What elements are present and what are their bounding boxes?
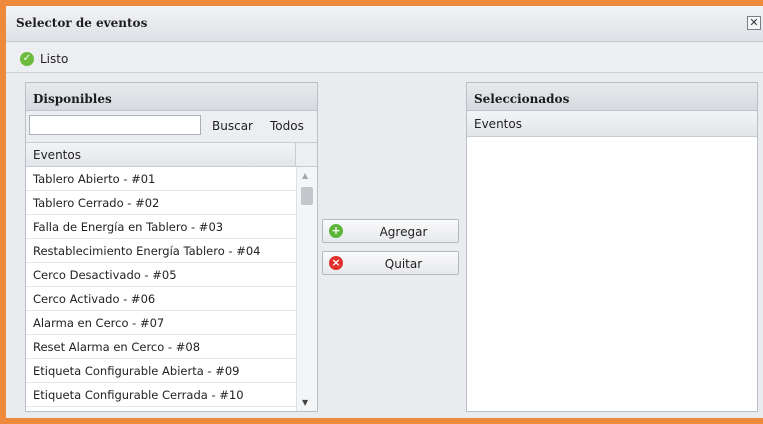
scroll-down-icon[interactable]: ▼ bbox=[302, 398, 308, 407]
available-panel-title: Disponibles bbox=[26, 83, 317, 111]
list-item[interactable]: Etiqueta Configurable Abierta - #09 bbox=[26, 359, 296, 383]
column-header-spacer bbox=[296, 143, 317, 167]
list-item[interactable]: Falla de Energía en Tablero - #03 bbox=[26, 215, 296, 239]
close-icon[interactable]: ✕ bbox=[747, 16, 761, 30]
list-item[interactable]: Cerco Activado - #06 bbox=[26, 287, 296, 311]
check-circle-icon: ✓ bbox=[20, 52, 34, 66]
plus-circle-icon: + bbox=[329, 224, 343, 238]
available-column-header[interactable]: Eventos bbox=[26, 143, 296, 167]
remove-button-label: Quitar bbox=[384, 257, 423, 271]
dialog-title: Selector de eventos bbox=[16, 16, 148, 30]
all-button[interactable]: Todos bbox=[270, 119, 304, 133]
scroll-thumb[interactable] bbox=[301, 187, 313, 205]
list-item[interactable]: Tablero Cerrado - #02 bbox=[26, 191, 296, 215]
available-scrollbar[interactable]: ▲ ▼ bbox=[296, 167, 317, 411]
search-input[interactable] bbox=[29, 115, 201, 135]
selected-panel: Seleccionados Eventos bbox=[466, 82, 758, 412]
available-panel: Disponibles Buscar Todos Eventos Tablero… bbox=[25, 82, 318, 412]
x-circle-icon: × bbox=[329, 256, 343, 270]
list-item[interactable]: Tablero Abierto - #01 bbox=[26, 167, 296, 191]
done-button-label: Listo bbox=[40, 52, 69, 66]
selected-column-header[interactable]: Eventos bbox=[467, 111, 757, 137]
search-bar: Buscar Todos bbox=[26, 111, 317, 143]
dialog-titlebar: Selector de eventos ✕ bbox=[6, 6, 763, 42]
done-button[interactable]: ✓ Listo bbox=[20, 51, 68, 67]
list-item[interactable]: Reset Alarma en Cerco - #08 bbox=[26, 335, 296, 359]
list-item[interactable]: Cerco Desactivado - #05 bbox=[26, 263, 296, 287]
search-button[interactable]: Buscar bbox=[212, 119, 253, 133]
dialog-toolbar: ✓ Listo bbox=[6, 43, 763, 73]
add-button-label: Agregar bbox=[379, 225, 428, 239]
list-item[interactable]: Etiqueta Configurable Cerrada - #10 bbox=[26, 383, 296, 407]
list-item[interactable]: Restablecimiento Energía Tablero - #04 bbox=[26, 239, 296, 263]
scroll-up-icon[interactable]: ▲ bbox=[302, 171, 308, 180]
selected-panel-title: Seleccionados bbox=[467, 83, 757, 111]
list-item[interactable]: Alarma en Cerco - #07 bbox=[26, 311, 296, 335]
available-list: Tablero Abierto - #01 Tablero Cerrado - #… bbox=[26, 167, 296, 411]
remove-button[interactable]: × Quitar bbox=[322, 251, 459, 275]
add-button[interactable]: + Agregar bbox=[322, 219, 459, 243]
